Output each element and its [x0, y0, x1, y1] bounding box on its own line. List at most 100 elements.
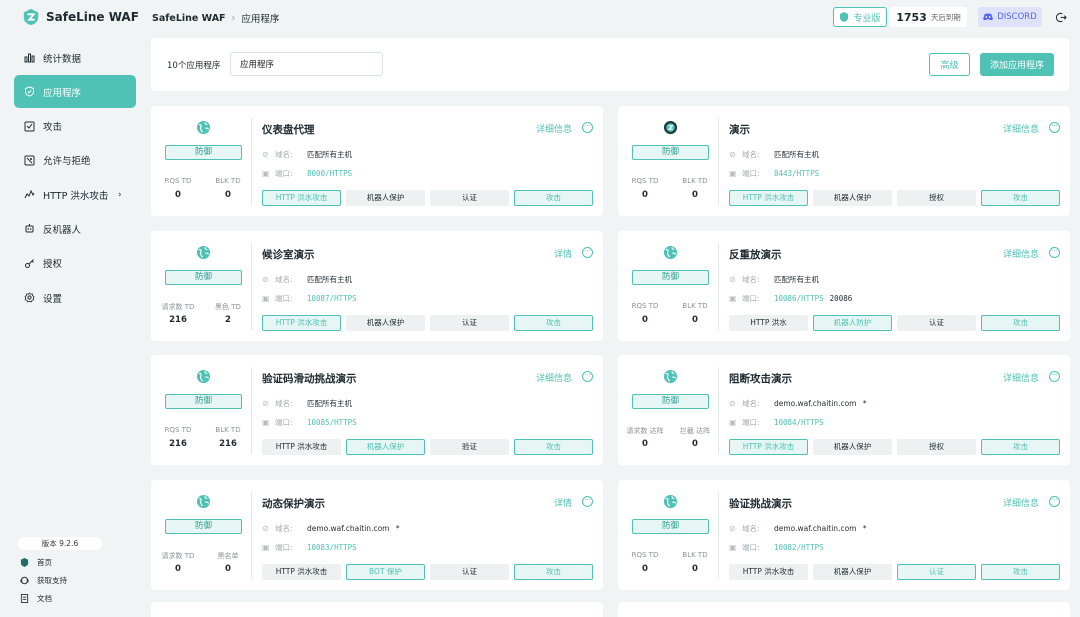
more-options-icon[interactable]: ··· [1049, 122, 1060, 133]
protection-tag[interactable]: 验证 [430, 439, 509, 455]
protection-tag[interactable]: 授权 [897, 439, 976, 455]
port-value: 10087/HTTPS [307, 294, 357, 303]
details-link[interactable]: 详细信息 [1003, 122, 1039, 135]
mode-badge[interactable]: 防御 [165, 519, 242, 534]
mode-badge[interactable]: 防御 [632, 145, 709, 160]
sidebar-item-6[interactable]: 授权 [14, 247, 136, 280]
sidebar-item-label: 授权 [43, 259, 63, 271]
more-options-icon[interactable]: ··· [582, 247, 593, 258]
application-card[interactable]: 防御 RQS TD 0 BLK TD 0 验证挑战演示 详细信息 ··· ⊘ 域名: demo.wa… [618, 480, 1070, 590]
globe-icon [196, 245, 211, 260]
protection-tag[interactable]: 攻击 [514, 315, 593, 331]
protection-tag[interactable]: 攻击 [981, 190, 1060, 206]
details-link[interactable]: 详细信息 [1003, 496, 1039, 509]
advanced-filter-button[interactable]: 高级 [929, 53, 970, 76]
sidebar-item-4[interactable]: HTTP 洪水攻击 › [14, 178, 136, 211]
more-options-icon[interactable]: ··· [582, 496, 593, 507]
details-link[interactable]: 详情 [554, 496, 572, 509]
stat-label: BLK TD [215, 426, 241, 434]
safeline-icon [663, 120, 678, 135]
protection-tag[interactable]: 认证 [430, 315, 509, 331]
globe-icon [196, 120, 211, 135]
mode-badge[interactable]: 防御 [632, 394, 709, 409]
protection-tag[interactable]: 认证 [897, 564, 976, 580]
protection-tag[interactable]: 攻击 [514, 439, 593, 455]
breadcrumb-root[interactable]: SafeLine WAF [152, 13, 226, 24]
application-card[interactable]: 防御 请求数 TD 216 黑色 TD 2 候诊室演示 详情 ··· ⊘ 域名: 匹配所有主机 ▣ 端口… [151, 231, 603, 341]
application-card[interactable]: 防御 请求数 TD 0 黑名单 0 动态保护演示 详情 ··· ⊘ 域名: demo.waf.cha… [151, 480, 603, 590]
app-title: 阻断攻击演示 [729, 373, 792, 385]
protection-tag[interactable]: HTTP 洪水 [729, 315, 808, 331]
details-link[interactable]: 详细信息 [536, 122, 572, 135]
footer-link-docs[interactable]: 文档 [20, 593, 52, 604]
protection-tag[interactable]: 攻击 [514, 190, 593, 206]
stat-label: 黑名单 [217, 552, 239, 560]
protection-tag[interactable]: 机器人保护 [346, 190, 425, 206]
sidebar-item-1[interactable]: 应用程序 [14, 75, 136, 109]
footer-link-home[interactable]: 首页 [20, 557, 52, 568]
application-card[interactable]: 防御 RQS TD 0 BLK TD 0 仪表盘代理 详细信息 ··· ⊘ 域名: 匹配所有主机 ▣ 端… [151, 106, 603, 216]
protection-tag[interactable]: HTTP 洪水攻击 [729, 564, 808, 580]
protection-tag[interactable]: 机器人保护 [813, 564, 892, 580]
protection-tag[interactable]: 攻击 [981, 439, 1060, 455]
application-card[interactable]: 防御 RQS TD 216 BLK TD 216 验证码滑动挑战演示 详细信息 ··· ⊘ 域名:… [151, 355, 603, 465]
card-divider [718, 243, 719, 330]
mode-badge[interactable]: 防御 [632, 519, 709, 534]
more-options-icon[interactable]: ··· [1049, 371, 1060, 382]
application-card[interactable]: 防御 RQS TD 0 BLK TD 0 反重放演示 详细信息 ··· ⊘ 域名: 匹配所有主机 ▣ 端… [618, 231, 1070, 341]
protection-tag[interactable]: 机器人保护 [813, 190, 892, 206]
details-link[interactable]: 详细信息 [1003, 247, 1039, 260]
mode-badge[interactable]: 防御 [165, 145, 242, 160]
discord-button[interactable]: DISCORD [978, 7, 1042, 27]
card-divider [251, 243, 252, 330]
logout-icon[interactable] [1055, 11, 1067, 23]
protection-tag[interactable]: HTTP 洪水攻击 [262, 564, 341, 580]
application-card[interactable]: 防御 请求数 达阵 0 拦截 达阵 0 阻断攻击演示 详细信息 ··· ⊘ 域名: demo.waf… [618, 355, 1070, 465]
more-options-icon[interactable]: ··· [1049, 496, 1060, 507]
mode-badge[interactable]: 防御 [165, 270, 242, 285]
protection-tag[interactable]: 机器人保护 [813, 439, 892, 455]
sidebar-item-2[interactable]: 攻击 [14, 110, 136, 143]
details-link[interactable]: 详细信息 [1003, 371, 1039, 384]
protection-tag[interactable]: 机器人防护 [813, 315, 892, 331]
protection-tag[interactable]: HTTP 洪水攻击 [729, 190, 808, 206]
protection-tag[interactable]: BOT 保护 [346, 564, 425, 580]
application-card[interactable]: 防御 RQS TD 0 BLK TD 0 演示 详细信息 ··· ⊘ 域名: 匹配所有主机 ▣ 端口: 8… [618, 106, 1070, 216]
app-logo[interactable]: SafeLine WAF [22, 8, 139, 26]
more-options-icon[interactable]: ··· [582, 122, 593, 133]
days-text: 天后到期 [930, 12, 961, 22]
add-application-button[interactable]: 添加应用程序 [980, 53, 1054, 76]
protection-tag[interactable]: 机器人保护 [346, 315, 425, 331]
footer-link-support[interactable]: 获取支持 [20, 575, 67, 586]
link-icon: ⊘ [729, 275, 736, 284]
protection-tag[interactable]: HTTP 洪水攻击 [262, 315, 341, 331]
pro-edition-button[interactable]: 专业版 [833, 7, 887, 27]
more-options-icon[interactable]: ··· [1049, 247, 1060, 258]
protection-tag[interactable]: 机器人保护 [346, 439, 425, 455]
app-search-input[interactable] [230, 52, 383, 76]
app-count: 10个应用程序 [167, 61, 221, 71]
protection-tag[interactable]: 攻击 [514, 564, 593, 580]
protection-tag[interactable]: 授权 [897, 190, 976, 206]
link-icon: ⊘ [729, 524, 736, 533]
protection-tag[interactable]: 认证 [430, 190, 509, 206]
more-options-icon[interactable]: ··· [582, 371, 593, 382]
mode-badge[interactable]: 防御 [165, 394, 242, 409]
protection-tag[interactable]: 攻击 [981, 564, 1060, 580]
sidebar-item-3[interactable]: 允许与拒绝 [14, 144, 136, 177]
sidebar-item-5[interactable]: 反机器人 [14, 212, 136, 245]
domain-value: demo.waf.chaitin.com [774, 399, 857, 408]
sidebar-item-0[interactable]: 统计数据 [14, 41, 136, 74]
mode-badge[interactable]: 防御 [632, 270, 709, 285]
domain-value: demo.waf.chaitin.com [774, 524, 857, 533]
protection-tag[interactable]: HTTP 洪水攻击 [729, 439, 808, 455]
protection-tag[interactable]: HTTP 洪水攻击 [262, 190, 341, 206]
sidebar-item-7[interactable]: 设置 [14, 281, 136, 314]
details-link[interactable]: 详细信息 [536, 371, 572, 384]
protection-tag[interactable]: 认证 [430, 564, 509, 580]
details-link[interactable]: 详情 [554, 247, 572, 260]
protection-tag[interactable]: 认证 [897, 315, 976, 331]
domain-row: ⊘ 域名: 匹配所有主机 [262, 398, 352, 409]
protection-tag[interactable]: 攻击 [981, 315, 1060, 331]
protection-tag[interactable]: HTTP 洪水攻击 [262, 439, 341, 455]
